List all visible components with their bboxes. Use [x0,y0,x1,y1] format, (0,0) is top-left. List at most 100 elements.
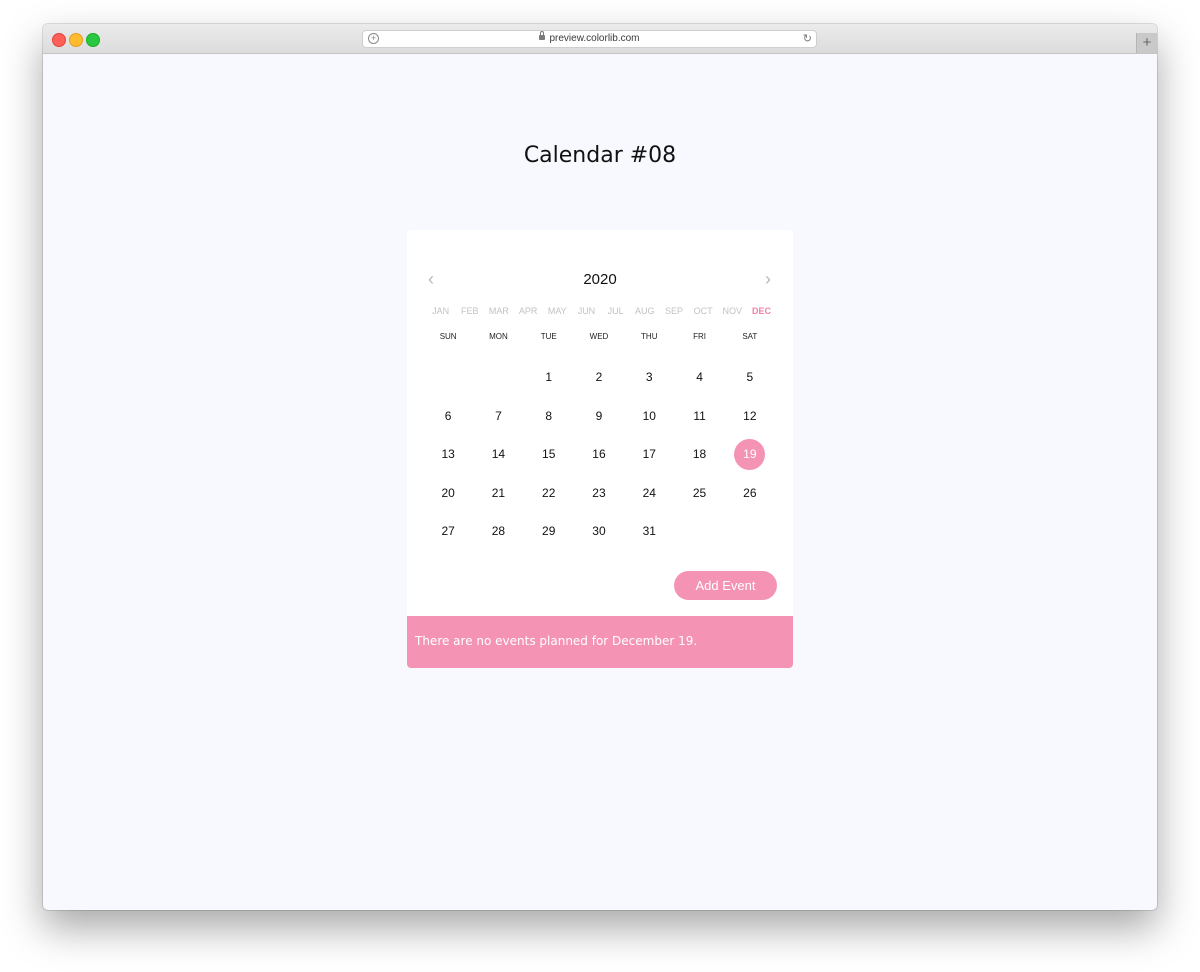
day-number: 8 [545,408,553,423]
close-window-button[interactable] [52,33,66,47]
weekday-sat: SAT [742,332,758,341]
month-selector: JAN FEB MAR APR MAY JUN JUL AUG SEP OCT NOV DEC [426,306,776,320]
day-number: 22 [542,485,556,500]
empty-day-cell [674,512,724,551]
reload-icon[interactable]: ↻ [803,32,812,45]
day-number: 27 [441,524,455,538]
new-tab-button[interactable]: + [1136,33,1157,53]
address-bar[interactable]: + preview.colorlib.com ↻ [362,30,817,48]
month-nov[interactable]: NOV [718,306,747,320]
weekday-thu: THU [641,332,658,341]
day-number: 16 [592,447,606,461]
month-oct[interactable]: OCT [689,306,718,320]
day-cell[interactable]: 12 [725,397,775,436]
day-cell[interactable]: 8 [524,397,574,436]
day-cell[interactable]: 21 [473,474,523,513]
weekday-wed: WED [589,332,609,341]
month-mar[interactable]: MAR [484,306,513,320]
day-grid: 1 2 3 4 5 6 7 8 9 10 11 12 13 14 15 16 17 18 19 20 21 22 23 24 2… [423,358,775,551]
day-number: 7 [495,408,502,423]
day-cell[interactable]: 10 [624,397,674,436]
day-number: 12 [743,408,757,423]
day-cell[interactable]: 2 [574,358,624,397]
day-cell[interactable]: 15 [524,435,574,474]
month-jan[interactable]: JAN [426,306,455,320]
lock-icon [539,31,546,40]
day-number: 18 [692,447,707,461]
day-cell[interactable]: 13 [423,435,473,474]
day-cell[interactable]: 22 [524,474,574,513]
day-number: 31 [642,524,656,538]
month-dec[interactable]: DEC [747,306,776,320]
weekday-header: SUN MON TUE WED THU FRI SAT [423,332,775,346]
day-cell[interactable]: 24 [624,474,674,513]
day-number: 6 [444,408,452,423]
day-cell[interactable]: 7 [473,397,523,436]
week-row: 27 28 29 30 31 [423,512,775,551]
calendar-card: ‹ 2020 › JAN FEB MAR APR MAY JUN JUL AUG SEP OCT N… [407,230,793,668]
browser-window: + preview.colorlib.com ↻ + Calendar #08 … [43,24,1157,910]
url-text: preview.colorlib.com [549,33,640,44]
month-apr[interactable]: APR [514,306,543,320]
year-label: 2020 [583,271,617,288]
week-row: 6 7 8 9 10 11 12 [423,397,775,436]
day-number: 9 [595,408,603,423]
day-cell[interactable]: 30 [574,512,624,551]
day-cell[interactable]: 5 [725,358,775,397]
day-cell[interactable]: 6 [423,397,473,436]
day-cell[interactable]: 26 [725,474,775,513]
month-sep[interactable]: SEP [659,306,688,320]
day-cell[interactable]: 20 [423,474,473,513]
day-cell[interactable]: 29 [524,512,574,551]
day-number: 4 [696,370,703,384]
day-cell[interactable]: 17 [624,435,674,474]
day-number: 25 [692,485,707,500]
month-jul[interactable]: JUL [601,306,630,320]
day-number: 3 [645,370,653,384]
empty-day-cell [725,512,775,551]
selected-day-cell[interactable]: 19 [725,435,775,474]
weekday-tue: TUE [540,332,557,341]
weekday-sun: SUN [439,332,457,341]
day-number: 24 [642,485,656,500]
day-cell[interactable]: 18 [674,435,724,474]
day-number: 28 [491,524,506,538]
month-feb[interactable]: FEB [455,306,484,320]
day-number: 30 [592,524,606,538]
day-number: 23 [592,485,606,500]
week-row: 13 14 15 16 17 18 19 [423,435,775,474]
page-title: Calendar #08 [523,143,677,168]
weekday-fri: FRI [693,332,706,341]
day-number: 10 [642,408,656,423]
day-cell[interactable]: 16 [574,435,624,474]
events-banner: There are no events planned for December… [407,616,793,668]
day-cell[interactable]: 31 [624,512,674,551]
month-jun[interactable]: JUN [572,306,601,320]
empty-day-cell [473,358,523,397]
day-cell[interactable]: 14 [473,435,523,474]
browser-titlebar: + preview.colorlib.com ↻ + [43,24,1157,54]
day-cell[interactable]: 3 [624,358,674,397]
day-cell[interactable]: 11 [674,397,724,436]
address-url[interactable]: preview.colorlib.com [363,31,816,44]
month-may[interactable]: MAY [543,306,572,320]
day-number: 26 [743,485,757,500]
day-cell[interactable]: 25 [674,474,724,513]
day-cell[interactable]: 23 [574,474,624,513]
minimize-window-button[interactable] [69,33,83,47]
weekday-mon: MON [489,332,508,341]
empty-day-cell [423,358,473,397]
day-cell[interactable]: 28 [473,512,523,551]
year-navigation: ‹ 2020 › [407,269,793,290]
day-number: 21 [491,485,506,500]
month-aug[interactable]: AUG [630,306,659,320]
zoom-window-button[interactable] [86,33,100,47]
day-number: 15 [542,447,556,461]
add-event-button[interactable]: Add Event [674,571,777,600]
day-cell[interactable]: 1 [524,358,574,397]
chevron-right-icon[interactable]: › [765,269,771,289]
day-cell[interactable]: 9 [574,397,624,436]
day-number: 5 [746,370,754,384]
day-cell[interactable]: 4 [674,358,724,397]
day-cell[interactable]: 27 [423,512,473,551]
